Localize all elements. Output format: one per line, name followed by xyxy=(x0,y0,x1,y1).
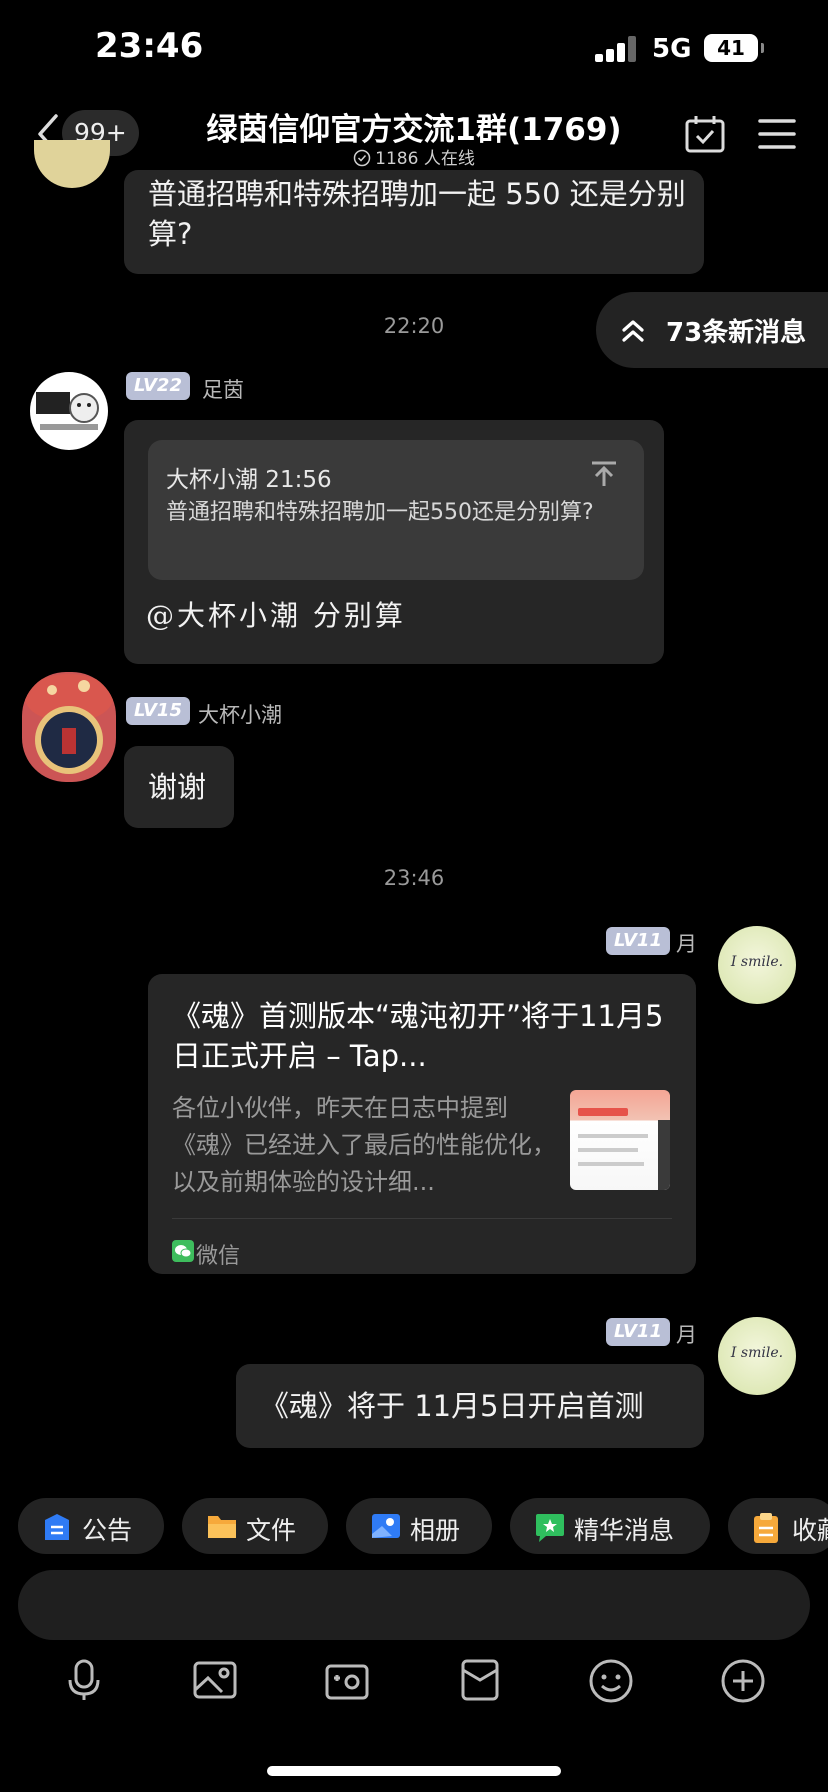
camera-icon[interactable] xyxy=(324,1658,370,1702)
mic-icon[interactable] xyxy=(62,1658,106,1702)
chip-collect[interactable]: 收藏 xyxy=(728,1498,828,1554)
quote-sender: 大杯小潮 21:56 xyxy=(166,467,332,493)
quote-text: 普通招聘和特殊招聘加一起550还是分别算? xyxy=(166,500,594,525)
sender-name[interactable]: 足茵 xyxy=(202,374,244,404)
chip-announcement[interactable]: 公告 xyxy=(18,1498,164,1554)
folder-icon xyxy=(208,1516,236,1538)
online-text: 1186 人在线 xyxy=(375,149,475,169)
avatar[interactable]: I smile. xyxy=(718,1317,796,1395)
message-text: 谢谢 xyxy=(148,770,207,804)
level-badge: LV11 xyxy=(606,1318,670,1346)
chevron-up-double-icon xyxy=(622,320,644,342)
emoji-icon[interactable] xyxy=(588,1658,634,1704)
avatar-text: I smile. xyxy=(730,1345,784,1361)
status-time: 23:46 xyxy=(95,26,204,66)
chip-files[interactable]: 文件 xyxy=(182,1498,328,1554)
chip-label: 公告 xyxy=(82,1516,133,1545)
avatar[interactable] xyxy=(30,372,108,450)
announcement-icon xyxy=(45,1514,69,1540)
message-text: 普通招聘和特殊招聘加一起 550 还是分别算? xyxy=(148,177,686,251)
battery-icon: 41 xyxy=(704,34,764,62)
card-thumbnail xyxy=(570,1090,670,1190)
new-messages-label: 73条新消息 xyxy=(666,318,807,348)
signal-icon xyxy=(595,36,645,62)
card-source: 微信 xyxy=(196,1244,241,1269)
quote-box[interactable]: 大杯小潮 21:56 普通招聘和特殊招聘加一起550还是分别算? xyxy=(148,440,644,580)
time-separator: 23:46 xyxy=(383,866,445,890)
chip-highlights[interactable]: 精华消息 xyxy=(510,1498,710,1554)
calendar-check-icon[interactable] xyxy=(684,114,726,154)
chip-label: 相册 xyxy=(410,1516,461,1545)
collect-icon xyxy=(754,1513,778,1543)
plus-icon[interactable] xyxy=(720,1658,766,1704)
image-icon[interactable] xyxy=(192,1658,238,1702)
new-messages-button[interactable]: 73条新消息 xyxy=(596,292,828,368)
avatar[interactable]: I smile. xyxy=(718,926,796,1004)
level-badge: LV22 xyxy=(126,372,190,400)
chat-screen: 23:46 5G 41 99+ 绿茵信仰官方交流1群(1769) 1186 人在… xyxy=(0,0,828,1792)
sender-name[interactable]: 大杯小潮 xyxy=(198,699,282,729)
chip-label: 文件 xyxy=(246,1516,297,1545)
card-divider xyxy=(172,1218,672,1219)
message-bubble[interactable]: 《魂》将于 11月5日开启首测 xyxy=(236,1364,704,1448)
message-input[interactable] xyxy=(18,1570,810,1640)
chip-label: 收藏 xyxy=(792,1516,828,1545)
level-badge: LV11 xyxy=(606,927,670,955)
reply-text: @大杯小潮 分别算 xyxy=(146,599,406,632)
album-icon xyxy=(372,1514,400,1538)
avatar-text: I smile. xyxy=(730,954,784,970)
online-count: 1186 人在线 xyxy=(200,144,628,169)
online-check-icon xyxy=(353,149,371,167)
menu-icon[interactable] xyxy=(758,118,796,150)
red-packet-icon[interactable] xyxy=(458,1658,502,1702)
highlight-icon xyxy=(536,1514,564,1542)
message-bubble[interactable]: 普通招聘和特殊招聘加一起 550 还是分别算? xyxy=(124,170,704,274)
home-indicator[interactable] xyxy=(267,1766,561,1776)
chip-label: 精华消息 xyxy=(574,1516,675,1545)
group-title[interactable]: 绿茵信仰官方交流1群(1769) xyxy=(160,104,668,149)
message-text: 《魂》将于 11月5日开启首测 xyxy=(260,1389,644,1423)
link-card[interactable]: 《魂》首测版本“魂沌初开”将于11月5日正式开启 – Tap... 各位小伙伴，… xyxy=(148,974,696,1274)
sender-name[interactable]: 月 xyxy=(676,928,697,958)
chip-album[interactable]: 相册 xyxy=(346,1498,492,1554)
reply-top-icon[interactable] xyxy=(590,460,618,488)
message-bubble[interactable]: 谢谢 xyxy=(124,746,234,828)
avatar[interactable] xyxy=(34,140,110,188)
sender-name[interactable]: 月 xyxy=(676,1319,697,1349)
level-badge: LV15 xyxy=(126,697,190,725)
card-description: 各位小伙伴，昨天在日志中提到《魂》已经进入了最后的性能优化，以及前期体验的设计细… xyxy=(172,1094,556,1196)
network-type: 5G xyxy=(652,34,692,64)
wechat-icon xyxy=(172,1240,194,1262)
avatar[interactable] xyxy=(22,672,116,782)
card-title: 《魂》首测版本“魂沌初开”将于11月5日正式开启 – Tap... xyxy=(172,999,664,1073)
